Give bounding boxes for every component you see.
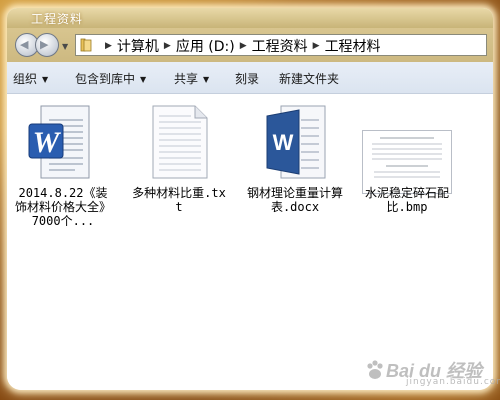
back-arrow-icon: ◀ <box>20 38 29 51</box>
recent-pages-dropdown-icon[interactable]: ▼ <box>62 42 68 51</box>
chevron-down-icon: ▼ <box>203 75 210 84</box>
folder-icon <box>80 38 92 52</box>
breadcrumb-separator-icon[interactable]: ▶ <box>240 41 247 51</box>
svg-text:W: W <box>33 126 62 159</box>
bitmap-image-icon <box>362 130 452 194</box>
title-bar: 工程资料 <box>7 8 493 28</box>
decorative-frame: 工程资料 ◀ ▶ ▼ ▶ 计算机 ▶ 应用 (D:) ▶ 工程资料 ▶ 工程材料… <box>0 0 500 400</box>
svg-text:W: W <box>273 130 294 155</box>
breadcrumb-drive-d[interactable]: 应用 (D:) <box>176 36 235 56</box>
file-item[interactable]: W 钢材理论重量计算表.docx <box>247 102 343 242</box>
breadcrumb-engineering-materials[interactable]: 工程材料 <box>325 36 381 56</box>
file-name: 钢材理论重量计算表.docx <box>247 186 344 214</box>
organize-label: 组织 <box>13 72 38 86</box>
watermark-url: jingyan.baidu.com <box>406 377 500 387</box>
explorer-window: 工程资料 ◀ ▶ ▼ ▶ 计算机 ▶ 应用 (D:) ▶ 工程资料 ▶ 工程材料… <box>7 8 493 390</box>
include-in-library-menu[interactable]: 包含到库中 ▼ <box>75 70 146 87</box>
chevron-down-icon: ▼ <box>42 75 49 84</box>
file-item[interactable]: W 2014.8.22《装饰材料价格大全》7000个... <box>15 102 111 262</box>
baidu-jingyan-watermark: Bai du 经验 jingyan.baidu.com <box>330 355 500 395</box>
forward-button[interactable]: ▶ <box>35 33 59 57</box>
share-menu[interactable]: 共享 ▼ <box>174 70 209 87</box>
forward-arrow-icon: ▶ <box>40 38 49 51</box>
file-name: 水泥稳定碎石配比.bmp <box>364 186 449 214</box>
breadcrumb: ▶ 计算机 ▶ 应用 (D:) ▶ 工程资料 ▶ 工程材料 <box>100 36 381 56</box>
chevron-down-icon: ▼ <box>140 75 147 84</box>
file-name: 多种材料比重.txt <box>132 186 226 214</box>
organize-menu[interactable]: 组织 ▼ <box>13 70 48 87</box>
paw-logo-icon <box>367 360 383 379</box>
breadcrumb-separator-icon[interactable]: ▶ <box>313 41 320 51</box>
breadcrumb-computer[interactable]: 计算机 <box>117 36 159 56</box>
text-file-icon <box>152 105 208 179</box>
file-list: W 2014.8.22《装饰材料价格大全》7000个... 多种材料比重.txt… <box>7 94 493 390</box>
window-title: 工程资料 <box>31 12 84 26</box>
include-library-label: 包含到库中 <box>75 72 136 86</box>
navigation-bar: ◀ ▶ ▼ ▶ 计算机 ▶ 应用 (D:) ▶ 工程资料 ▶ 工程材料 <box>7 28 493 62</box>
word-doc-icon: W <box>28 105 90 179</box>
command-toolbar: 组织 ▼ 包含到库中 ▼ 共享 ▼ 刻录 新建文件夹 <box>7 62 493 94</box>
burn-button[interactable]: 刻录 <box>235 70 259 87</box>
file-item[interactable]: 多种材料比重.txt <box>131 102 227 232</box>
file-name: 2014.8.22《装饰材料价格大全》7000个... <box>15 186 112 228</box>
word-docx-icon: W <box>266 105 326 179</box>
address-bar[interactable]: ▶ 计算机 ▶ 应用 (D:) ▶ 工程资料 ▶ 工程材料 <box>75 34 487 56</box>
breadcrumb-engineering-docs[interactable]: 工程资料 <box>252 36 308 56</box>
breadcrumb-separator-icon[interactable]: ▶ <box>105 41 112 51</box>
share-label: 共享 <box>174 72 199 86</box>
breadcrumb-separator-icon[interactable]: ▶ <box>164 41 171 51</box>
new-folder-button[interactable]: 新建文件夹 <box>279 70 339 87</box>
file-item[interactable]: 水泥稳定碎石配比.bmp <box>359 102 455 232</box>
